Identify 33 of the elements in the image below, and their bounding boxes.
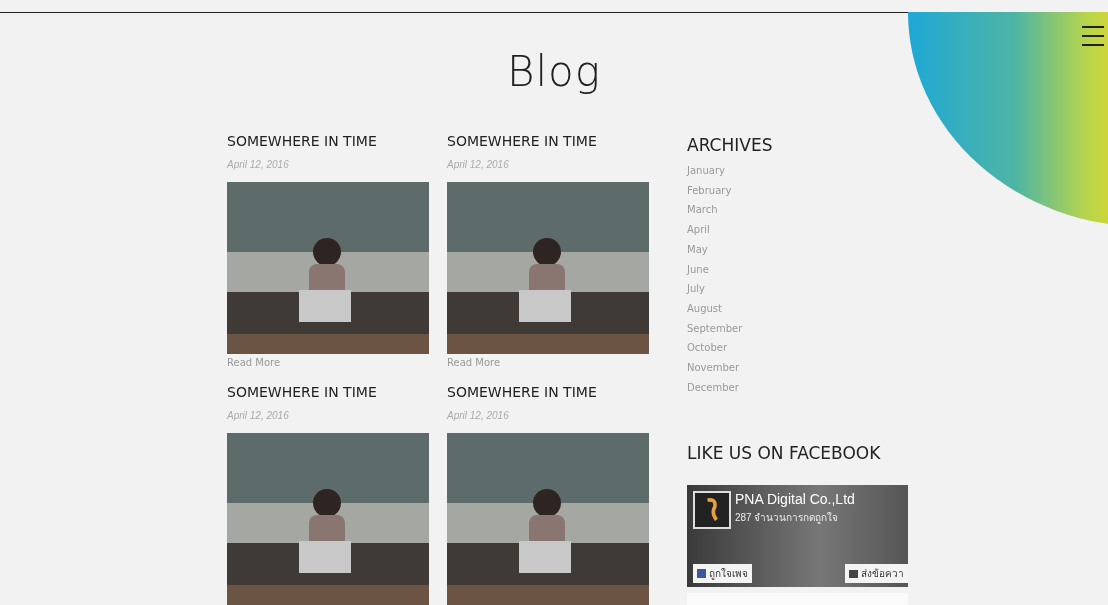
archive-month-link[interactable]: April <box>687 220 909 240</box>
post-title: SOMEWHERE IN TIME <box>227 133 378 151</box>
archive-month-link[interactable]: June <box>687 259 909 280</box>
archive-month-link[interactable]: February <box>687 180 909 201</box>
facebook-like-count: 287 จำนวนการกดถูกใจ <box>735 511 840 526</box>
archive-month-link[interactable]: March <box>687 200 909 221</box>
logo-icon <box>693 491 731 530</box>
post-date: April 12, 2016 <box>447 159 510 170</box>
archive-month-link[interactable]: September <box>687 318 909 339</box>
page-title: Blog <box>506 46 602 98</box>
archive-month-link[interactable]: May <box>687 239 909 260</box>
facebook-heading: LIKE US ON FACEBOOK <box>687 443 882 464</box>
read-more-link[interactable]: Read More <box>227 357 429 368</box>
archives-heading: ARCHIVES <box>687 135 774 155</box>
read-more-link[interactable]: Read More <box>447 357 649 368</box>
message-icon <box>849 569 858 578</box>
archive-month-link[interactable]: December <box>687 377 909 398</box>
archive-month-link[interactable]: November <box>687 358 909 378</box>
archive-month-link[interactable]: October <box>687 338 909 359</box>
post-title: SOMEWHERE IN TIME <box>447 133 598 151</box>
like-page-button[interactable]: ถูกใจเพจ <box>693 564 752 584</box>
archive-month-link[interactable]: January <box>687 161 909 181</box>
send-message-button[interactable]: ส่งข้อควา <box>845 564 908 584</box>
post-date: April 12, 2016 <box>447 410 510 421</box>
archive-month-link[interactable]: August <box>687 298 909 319</box>
post-date: April 12, 2016 <box>227 410 290 421</box>
archive-month-link[interactable]: July <box>687 279 909 299</box>
post-title: SOMEWHERE IN TIME <box>447 384 598 402</box>
facebook-icon <box>697 569 706 579</box>
facebook-page-name[interactable]: PNA Digital Co.,Ltd <box>735 491 855 508</box>
menu-icon[interactable] <box>1082 26 1104 46</box>
post-date: April 12, 2016 <box>227 159 290 170</box>
post-title: SOMEWHERE IN TIME <box>227 384 378 402</box>
